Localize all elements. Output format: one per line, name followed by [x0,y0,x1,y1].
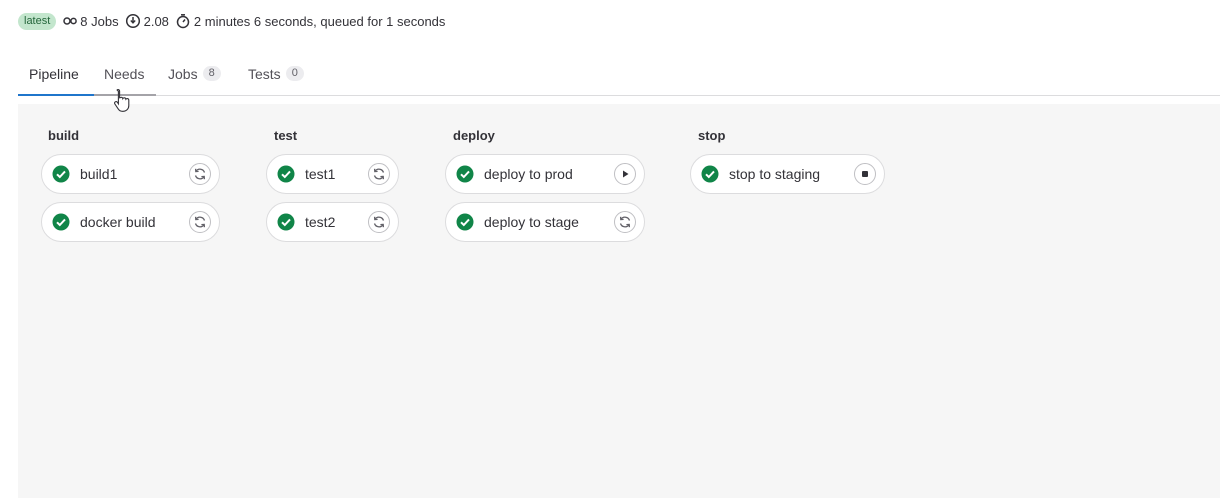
timer-icon [176,14,190,29]
tab-pipeline-label: Pipeline [29,65,79,82]
job-docker-build[interactable]: docker build [41,202,220,242]
retry-button[interactable] [368,163,390,185]
tab-tests[interactable]: Tests 0 [248,52,304,95]
tab-tests-label: Tests [248,65,281,82]
retry-button[interactable] [614,211,636,233]
status-success-icon [456,165,474,183]
job-deploy-to-prod[interactable]: deploy to prod [445,154,645,194]
stage-title: test [274,128,298,143]
pipeline-tabs: Pipeline Needs Jobs 8 Tests 0 [18,52,1220,96]
pipeline-duration-text: 2.08 [143,13,169,29]
pipeline-duration: 2.08 [125,13,169,29]
play-button[interactable] [614,163,636,185]
play-icon [623,170,629,178]
status-success-icon [277,165,295,183]
retry-icon [373,216,385,228]
pipeline-icon [63,17,78,25]
retry-icon [194,216,206,228]
pipeline-graph: build build1 docker build test test1 tes… [18,104,1220,498]
job-test2[interactable]: test2 [266,202,399,242]
latest-badge: latest [18,12,57,30]
pipeline-timing: 2 minutes 6 seconds, queued for 1 second… [175,13,446,29]
tab-pipeline[interactable]: Pipeline [29,52,79,95]
jobs-count: 8 Jobs [63,13,119,29]
tab-needs-label: Needs [104,65,145,82]
retry-button[interactable] [368,211,390,233]
pipeline-timing-text: 2 minutes 6 seconds, queued for 1 second… [193,13,446,29]
job-stop-to-staging[interactable]: stop to staging [690,154,885,194]
retry-icon [619,216,631,228]
retry-button[interactable] [189,211,211,233]
job-test1[interactable]: test1 [266,154,399,194]
jobs-count-text: 8 Jobs [80,13,119,29]
tab-pipeline-underline [18,94,94,96]
hand-cursor-icon [114,88,130,112]
retry-icon [194,168,206,180]
tab-jobs[interactable]: Jobs 8 [168,52,221,95]
status-success-icon [52,165,70,183]
stage-title: stop [698,128,726,143]
clock-download-icon [125,13,140,29]
job-build1[interactable]: build1 [41,154,220,194]
status-success-icon [52,213,70,231]
stop-icon [862,171,868,177]
stop-button[interactable] [854,163,876,185]
status-success-icon [456,213,474,231]
tab-jobs-label: Jobs [168,65,198,82]
job-deploy-to-stage[interactable]: deploy to stage [445,202,645,242]
pipeline-meta-row: latest 8 Jobs 2.08 2 minutes 6 seconds, … [18,12,451,30]
tab-jobs-count: 8 [202,66,221,81]
status-success-icon [701,165,719,183]
status-success-icon [277,213,295,231]
retry-icon [373,168,385,180]
retry-button[interactable] [189,163,211,185]
stage-title: build [48,128,80,143]
stage-title: deploy [453,128,495,143]
tab-tests-count: 0 [285,66,304,81]
